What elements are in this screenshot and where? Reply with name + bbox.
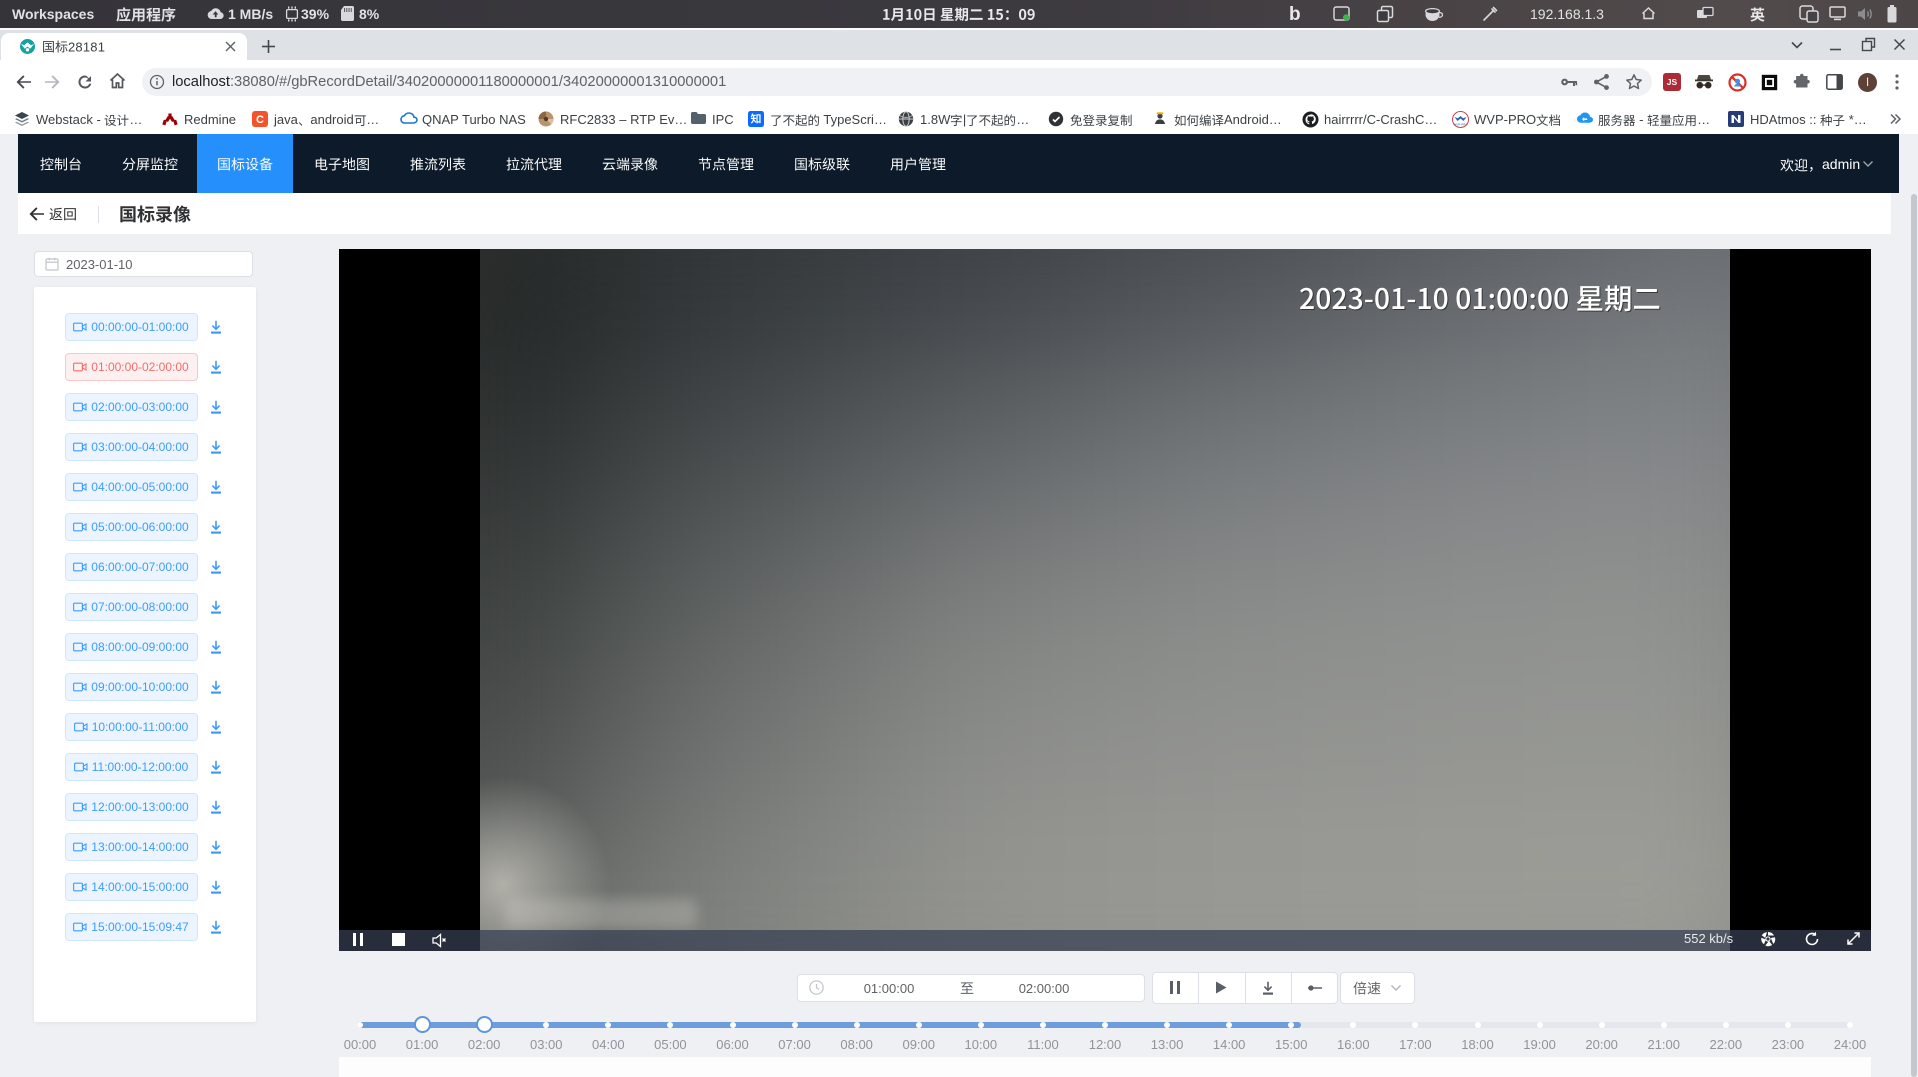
svg-text:C: C <box>256 114 264 126</box>
svg-text:WVP-PRO: WVP-PRO <box>1453 123 1468 127</box>
